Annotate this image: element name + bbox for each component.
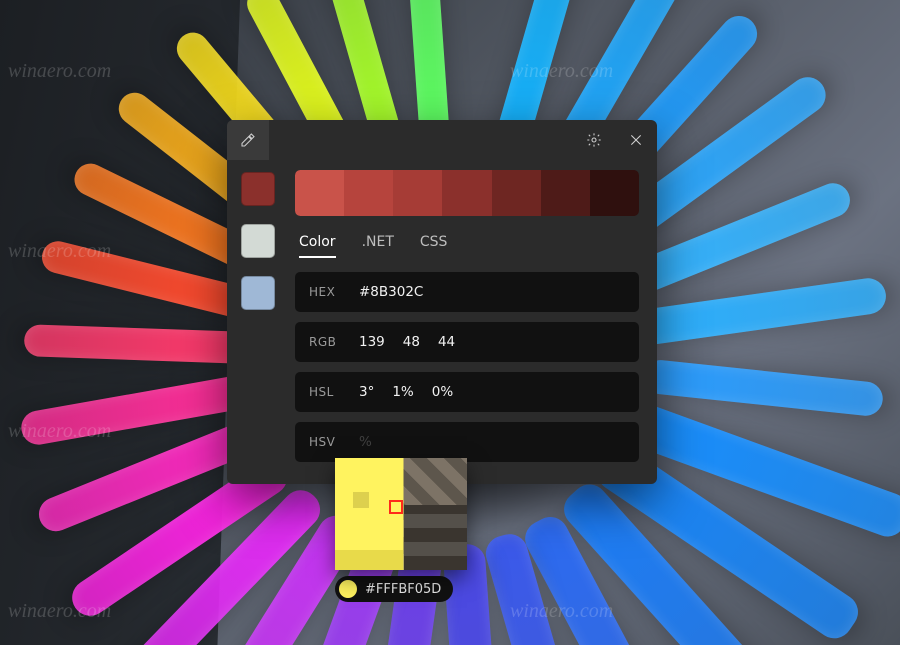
tab-color[interactable]: Color	[299, 234, 336, 258]
rgb-r-value: 139	[359, 334, 385, 350]
hex-value: #8B302C	[359, 284, 423, 300]
color-value-rows: HEX #8B302C RGB 139 48 44 HSL 3° 1% 0%	[295, 272, 639, 462]
hsv-label: HSV	[309, 435, 343, 449]
shade-5[interactable]	[541, 170, 590, 216]
shade-0[interactable]	[295, 170, 344, 216]
color-history-sidebar	[227, 120, 289, 484]
hsv-suffix: %	[359, 434, 372, 450]
shade-strip[interactable]	[295, 170, 639, 216]
rgb-b-value: 44	[438, 334, 455, 350]
hex-row[interactable]: HEX #8B302C	[295, 272, 639, 312]
color-panel-main: Color .NET CSS HEX #8B302C RGB 139 48 44 H…	[289, 120, 657, 484]
hsl-label: HSL	[309, 385, 343, 399]
settings-button[interactable]	[573, 120, 615, 160]
hex-label: HEX	[309, 285, 343, 299]
rgb-g-value: 48	[403, 334, 420, 350]
shade-1[interactable]	[344, 170, 393, 216]
history-swatch-2[interactable]	[241, 276, 275, 310]
eyedropper-button[interactable]	[227, 120, 269, 160]
gear-icon	[586, 132, 602, 148]
shade-2[interactable]	[393, 170, 442, 216]
hsl-row[interactable]: HSL 3° 1% 0%	[295, 372, 639, 412]
tab-css[interactable]: CSS	[420, 234, 448, 258]
rgb-label: RGB	[309, 335, 343, 349]
shade-4[interactable]	[492, 170, 541, 216]
close-button[interactable]	[615, 120, 657, 160]
shade-3[interactable]	[442, 170, 491, 216]
history-swatch-1[interactable]	[241, 224, 275, 258]
history-swatch-0[interactable]	[241, 172, 275, 206]
hsl-s-value: 1%	[392, 384, 413, 400]
hsl-h-value: 3°	[359, 384, 374, 400]
tab-dotnet[interactable]: .NET	[362, 234, 394, 258]
hsv-row[interactable]: HSV %	[295, 422, 639, 462]
format-tabs: Color .NET CSS	[295, 230, 639, 258]
color-picker-window[interactable]: Color .NET CSS HEX #8B302C RGB 139 48 44 H…	[227, 120, 657, 484]
close-icon	[628, 132, 644, 148]
shade-6[interactable]	[590, 170, 639, 216]
titlebar	[227, 120, 657, 160]
hsl-l-value: 0%	[432, 384, 453, 400]
rgb-row[interactable]: RGB 139 48 44	[295, 322, 639, 362]
eyedropper-icon	[240, 132, 256, 148]
